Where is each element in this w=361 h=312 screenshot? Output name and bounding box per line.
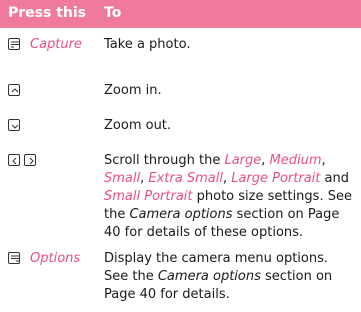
camera-options-ref: Camera options — [157, 269, 261, 284]
nav-up-icon — [8, 84, 20, 96]
row-description: Zoom out. — [104, 118, 172, 133]
row-description: Zoom in. — [104, 83, 162, 98]
size-large-portrait: Large Portrait — [231, 171, 321, 186]
nav-down-icon — [8, 119, 20, 131]
options-key-label: Options — [30, 250, 81, 266]
header-to: To — [104, 5, 122, 21]
size-extra-small: Extra Small — [148, 171, 223, 186]
row-description: Take a photo. — [104, 37, 191, 52]
softkey-right-icon — [8, 252, 20, 264]
softkey-left-icon — [8, 38, 20, 50]
desc-text: and — [320, 171, 349, 186]
key-cell: Options — [8, 250, 80, 266]
camera-options-ref: Camera options — [129, 207, 233, 222]
row-description: Scroll through the Large, Medium, Small,… — [104, 152, 356, 242]
key-cell: Capture — [8, 36, 82, 52]
capture-key-label: Capture — [30, 36, 82, 52]
desc-text: , — [321, 153, 326, 168]
key-cell — [8, 82, 24, 98]
desc-text: Scroll through the — [104, 153, 225, 168]
size-large: Large — [224, 153, 262, 168]
nav-left-icon — [8, 154, 20, 166]
size-small-portrait: Small Portrait — [104, 189, 193, 204]
nav-right-icon — [24, 154, 36, 166]
row-description: Display the camera menu options. See the… — [104, 250, 356, 304]
table-header: Press this To — [0, 0, 361, 28]
desc-text: , — [222, 171, 232, 186]
size-medium: Medium — [269, 153, 322, 168]
key-cell — [8, 152, 40, 168]
header-press-this: Press this — [8, 5, 86, 21]
key-cell — [8, 117, 24, 133]
size-small: Small — [104, 171, 141, 186]
desc-text: , — [261, 153, 270, 168]
